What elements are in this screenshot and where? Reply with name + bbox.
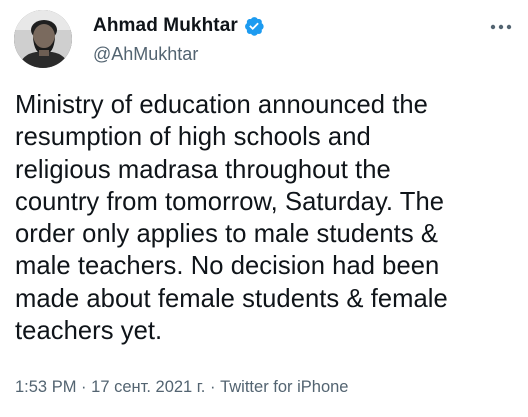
tweet-text-line: religious madrasa throughout the bbox=[15, 155, 391, 184]
tweet-text-line: male teachers. No decision had been bbox=[15, 252, 440, 281]
tweet-text-line: Ministry of education announced the bbox=[15, 91, 428, 119]
avatar[interactable] bbox=[14, 10, 72, 68]
user-photo-icon bbox=[14, 10, 72, 68]
tweet-text-line: country from tomorrow, Saturday. The bbox=[15, 187, 445, 216]
tweet-text-line: order only applies to male students & bbox=[15, 220, 438, 249]
tweet-text-line: made about female students & female bbox=[15, 284, 448, 313]
meta-separator: · bbox=[81, 378, 87, 396]
more-options-icon[interactable] bbox=[488, 14, 514, 40]
display-name-row: Ahmad Mukhtar bbox=[93, 14, 265, 38]
tweet-text-line: teachers yet. bbox=[15, 317, 163, 346]
tweet-time[interactable]: 1:53 PM bbox=[15, 378, 76, 396]
tweet-text: Ministry of education announced the resu… bbox=[15, 89, 520, 347]
verified-badge-icon bbox=[243, 15, 265, 37]
display-name[interactable]: Ahmad Mukhtar bbox=[93, 15, 238, 37]
tweet-metadata: 1:53 PM · 17 сент. 2021 г. · Twitter for… bbox=[15, 378, 348, 397]
tweet-card: Ahmad Mukhtar @AhMukhtar Ministry of edu… bbox=[0, 0, 528, 417]
meta-separator: · bbox=[210, 378, 216, 396]
author-info: Ahmad Mukhtar @AhMukhtar bbox=[93, 14, 265, 65]
handle[interactable]: @AhMukhtar bbox=[93, 44, 265, 65]
tweet-text-line: resumption of high schools and bbox=[15, 123, 371, 152]
tweet-source[interactable]: Twitter for iPhone bbox=[220, 378, 348, 396]
tweet-date[interactable]: 17 сент. 2021 г. bbox=[91, 378, 205, 396]
